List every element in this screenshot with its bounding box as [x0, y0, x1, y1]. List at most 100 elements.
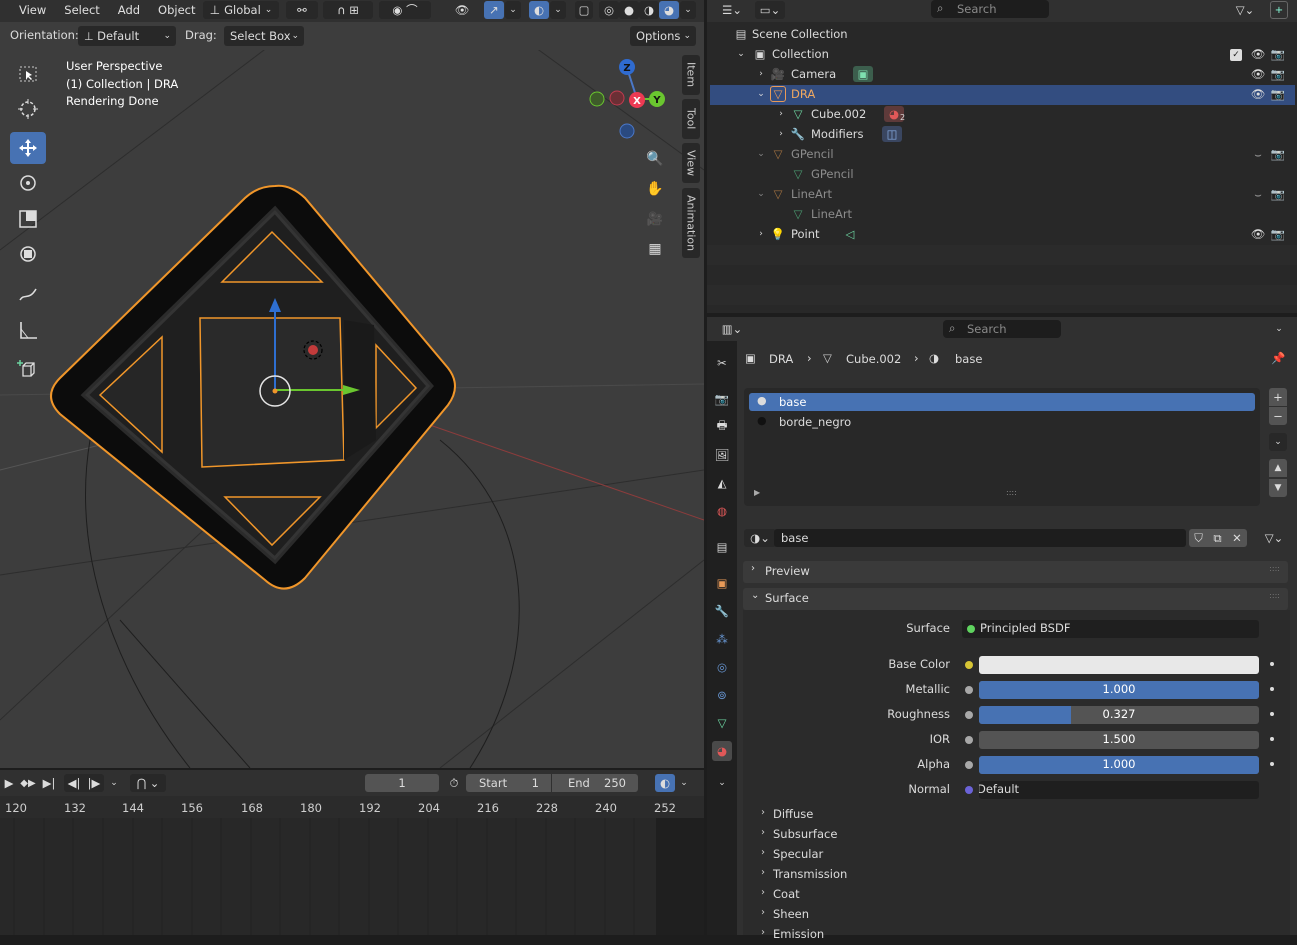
- shading-material[interactable]: ◑: [639, 1, 659, 19]
- outliner-row-modifiers[interactable]: › 🔧 Modifiers ◫: [710, 125, 1295, 145]
- surface-shader-field[interactable]: Principled BSDF: [962, 620, 1259, 638]
- drag-dropdown[interactable]: Select Box ⌄: [224, 26, 304, 46]
- menu-select[interactable]: Select: [55, 0, 108, 22]
- eye-icon[interactable]: 👁: [1250, 66, 1266, 82]
- camera-icon[interactable]: 📷: [1270, 186, 1286, 202]
- tab-modifiers[interactable]: 🔧: [712, 601, 732, 621]
- tab-render[interactable]: 📷: [712, 389, 732, 409]
- material-slot-list[interactable]: ● base ● borde_negro ▶ ::::: [744, 388, 1260, 506]
- 3d-viewport[interactable]: View Select Add Object ⊥ Global ⌄ ⚯ ∩ ⊞ …: [0, 0, 704, 768]
- stopwatch-icon[interactable]: ⏱: [444, 774, 464, 792]
- base-color-swatch[interactable]: [979, 656, 1259, 674]
- shading-rendered[interactable]: ◕: [659, 1, 679, 19]
- eye-icon[interactable]: 👁: [1250, 86, 1266, 102]
- outliner-row-lineart[interactable]: ⌄ ▽ LineArt ⌣ 📷: [710, 185, 1295, 205]
- alpha-slider[interactable]: 1.000: [979, 756, 1259, 774]
- options-dropdown[interactable]: ⌄: [1271, 321, 1287, 337]
- drag-handle-icon[interactable]: ::::: [1269, 564, 1280, 573]
- outliner-row-lineart-data[interactable]: ▽ LineArt: [710, 205, 1295, 225]
- chevron-down-icon[interactable]: ⌄: [733, 46, 749, 62]
- material-slot-base[interactable]: ● base: [749, 393, 1255, 411]
- camera-icon[interactable]: 📷: [1270, 66, 1286, 82]
- gizmo-toggle[interactable]: ↗: [484, 1, 504, 19]
- outliner-row-dra[interactable]: ⌄ ▽ DRA 👁 📷: [710, 85, 1295, 105]
- filter-dropdown[interactable]: ▽⌄: [1232, 1, 1258, 19]
- measure-tool[interactable]: [10, 314, 46, 346]
- tab-particles[interactable]: ⁂: [712, 629, 732, 649]
- slot-link-dropdown[interactable]: ▽⌄: [1259, 529, 1289, 547]
- tabs-more-dropdown[interactable]: ⌄: [712, 773, 732, 793]
- start-frame-field[interactable]: Start 1: [466, 774, 551, 792]
- eye-icon[interactable]: 👁: [1250, 226, 1266, 242]
- rotate-tool[interactable]: [10, 167, 46, 199]
- light-data-icon[interactable]: ◁: [842, 226, 858, 242]
- menu-add[interactable]: Add: [109, 0, 149, 22]
- select-box-tool[interactable]: [10, 58, 46, 90]
- end-frame-field[interactable]: End 250: [552, 774, 638, 792]
- current-frame-field[interactable]: 1: [365, 774, 439, 792]
- display-mode-dropdown[interactable]: ▭⌄: [755, 1, 785, 19]
- tab-item[interactable]: Item: [682, 55, 700, 95]
- snap-toggle[interactable]: ∩ ⊞: [323, 1, 373, 19]
- normal-field[interactable]: Default: [979, 781, 1259, 799]
- chevron-right-icon[interactable]: ›: [753, 226, 769, 242]
- zoom-button[interactable]: 🔍: [642, 146, 668, 172]
- jump-keyframe-button[interactable]: ◆▶: [18, 774, 38, 792]
- tab-collection[interactable]: ▤: [712, 537, 732, 557]
- annotate-tool[interactable]: [10, 278, 46, 310]
- new-collection-button[interactable]: +: [1270, 1, 1288, 19]
- navigation-gizmo[interactable]: Z Y X: [584, 56, 674, 146]
- pan-button[interactable]: ✋: [642, 176, 668, 202]
- move-slot-down-button[interactable]: ▼: [1269, 479, 1287, 497]
- pivot-point-dropdown[interactable]: ⚯: [286, 1, 318, 19]
- add-cube-tool[interactable]: [10, 353, 46, 385]
- keyframe-dot-icon[interactable]: [1270, 687, 1274, 691]
- chevron-right-icon[interactable]: ›: [773, 106, 789, 122]
- tab-view[interactable]: View: [682, 143, 700, 183]
- outliner-row-collection[interactable]: ⌄ ▣ Collection ✓ 👁 📷: [710, 45, 1295, 65]
- outliner-row-gpencil-data[interactable]: ▽ GPencil: [710, 165, 1295, 185]
- timeline[interactable]: ▶ ◆▶ ▶| ◀| |▶ ⌄ ⋂ ⌄ 1 ⏱ Start 1 End 250 ◐…: [0, 770, 704, 935]
- keyframe-dot-icon[interactable]: [1270, 737, 1274, 741]
- outliner-row-scene-collection[interactable]: ▤ Scene Collection: [710, 25, 1295, 45]
- close-icon[interactable]: ✕: [1232, 531, 1242, 545]
- surface-panel-header[interactable]: ⌄ Surface ::::: [743, 588, 1288, 610]
- properties-search[interactable]: ⌕ Search: [943, 320, 1061, 338]
- camera-data-icon[interactable]: ▣: [853, 66, 873, 82]
- material-slot-borde-negro[interactable]: ● borde_negro: [749, 413, 1255, 431]
- jump-end-button[interactable]: ▶|: [40, 774, 58, 792]
- keyframe-dot-icon[interactable]: [1270, 762, 1274, 766]
- move-slot-up-button[interactable]: ▲: [1269, 459, 1287, 477]
- outliner-row-point[interactable]: › 💡 Point ◁ 👁 📷: [710, 225, 1295, 245]
- eye-icon[interactable]: 👁: [1250, 46, 1266, 62]
- chevron-right-icon[interactable]: ›: [753, 66, 769, 82]
- chevron-down-icon[interactable]: ⌄: [753, 86, 769, 102]
- keyframe-dot-icon[interactable]: [1270, 662, 1274, 666]
- gizmo-neg-x[interactable]: [609, 90, 625, 106]
- tab-view-layer[interactable]: 🖼: [712, 445, 732, 465]
- duplicate-icon[interactable]: ⧉: [1213, 531, 1221, 546]
- shading-wireframe[interactable]: ◎: [599, 1, 619, 19]
- camera-icon[interactable]: 📷: [1270, 226, 1286, 242]
- pin-icon[interactable]: 📌: [1271, 351, 1289, 369]
- shading-solid[interactable]: ●: [619, 1, 639, 19]
- menu-view[interactable]: View: [10, 0, 55, 22]
- outliner-row-cube002[interactable]: › ▽ Cube.002 ◕ 2: [710, 105, 1295, 125]
- overlays-toggle[interactable]: ◐: [529, 1, 549, 19]
- menu-object[interactable]: Object: [149, 0, 204, 22]
- keyframe-dot-icon[interactable]: [1270, 712, 1274, 716]
- transform-tool[interactable]: [10, 238, 46, 270]
- playback-sync-toggle[interactable]: ◐: [655, 774, 675, 792]
- camera-icon[interactable]: 📷: [1270, 146, 1286, 162]
- tab-world[interactable]: ◍: [712, 501, 732, 521]
- tab-output[interactable]: 🖶: [712, 417, 732, 437]
- options-dropdown[interactable]: Options ⌄: [630, 26, 696, 46]
- cursor-tool[interactable]: [10, 93, 46, 125]
- drag-handle-icon[interactable]: ::::: [1269, 591, 1280, 600]
- outliner-row-camera[interactable]: › 🎥 Camera ▣ 👁 📷: [710, 65, 1295, 85]
- properties-editor[interactable]: ▥⌄ ⌕ Search ⌄ ✂ 📷 🖶 🖼 ◭ ◍ ▤ ▣ 🔧 ⁂ ◎ ⊚ ▽ …: [707, 317, 1297, 941]
- move-tool[interactable]: [10, 132, 46, 164]
- xray-toggle[interactable]: ▢: [575, 1, 593, 19]
- tab-physics[interactable]: ◎: [712, 657, 732, 677]
- modifier-icon[interactable]: ◫: [882, 126, 902, 142]
